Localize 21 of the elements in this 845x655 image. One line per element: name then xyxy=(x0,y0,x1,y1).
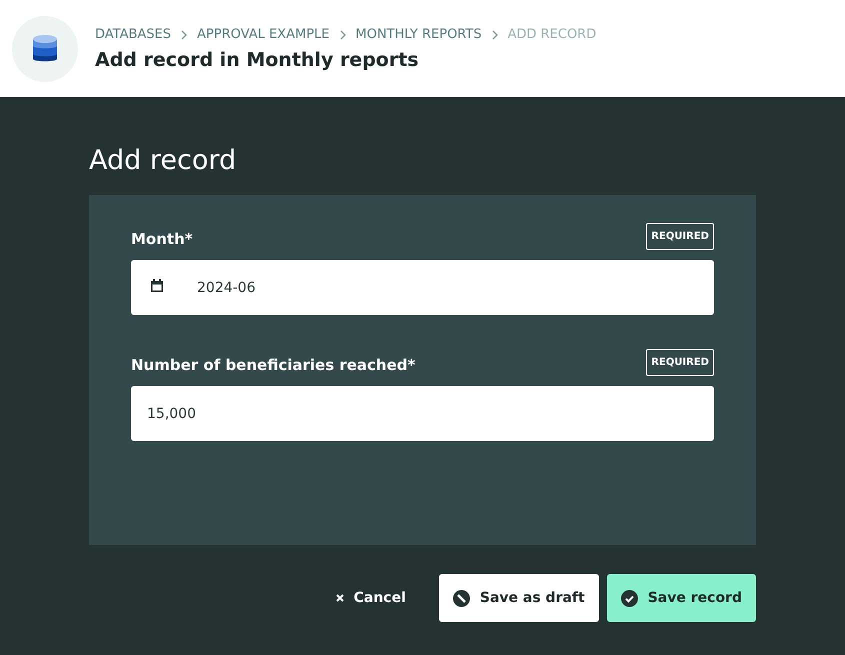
close-icon xyxy=(336,594,344,602)
cancel-button[interactable]: Cancel xyxy=(310,574,431,622)
database-icon xyxy=(33,34,57,64)
form-title: Add record xyxy=(89,145,238,178)
page-title: Add record in Monthly reports xyxy=(95,48,420,72)
save-draft-button[interactable]: Save as draft xyxy=(438,574,599,622)
field-label: Number of beneficiaries reached* xyxy=(131,354,416,376)
input-field[interactable]: 15,000 xyxy=(131,386,714,442)
chevron-icon xyxy=(490,30,500,40)
calendar-icon xyxy=(151,279,163,292)
required-tag: REQUIRED xyxy=(646,349,714,376)
input-field[interactable]: 2024-06 xyxy=(131,260,714,316)
breadcrumb-link[interactable]: APPROVAL EXAMPLE xyxy=(197,25,330,45)
check-icon xyxy=(620,590,638,607)
field-label: Month* xyxy=(131,228,193,250)
required-tag: REQUIRED xyxy=(646,223,714,250)
chevron-icon xyxy=(338,30,348,40)
chevron-icon xyxy=(179,30,190,40)
save-button[interactable]: Save record xyxy=(606,574,756,622)
breadcrumb-link[interactable]: MONTHLY REPORTS xyxy=(356,25,482,45)
breadcrumb-link[interactable]: DATABASES xyxy=(95,25,172,45)
